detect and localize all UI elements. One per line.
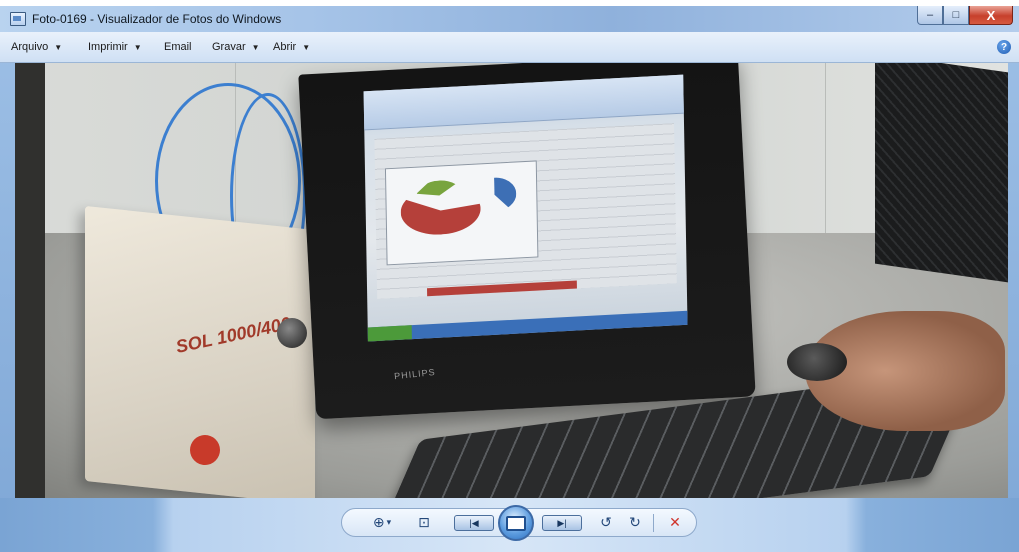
- rotate-left-button[interactable]: ↺: [595, 512, 617, 532]
- chevron-down-icon: ▼: [251, 42, 260, 52]
- slideshow-icon: [506, 515, 526, 531]
- chevron-down-icon: ▼: [302, 42, 311, 52]
- menu-gravar[interactable]: Gravar ▼: [212, 41, 260, 53]
- screen-bar: [427, 280, 577, 297]
- screen-ribbon: [363, 74, 684, 131]
- rotate-right-icon: ↻: [629, 513, 641, 530]
- rotate-right-button[interactable]: ↻: [624, 512, 646, 532]
- slideshow-button[interactable]: [498, 505, 534, 541]
- chevron-down-icon: ▼: [133, 42, 142, 52]
- menu-bar: Arquivo ▼ Imprimir ▼ Email Gravar ▼ Abri…: [0, 32, 1019, 63]
- title-bar[interactable]: Foto-0169 - Visualizador de Fotos do Win…: [0, 6, 1019, 32]
- delete-button[interactable]: ✕: [664, 512, 686, 532]
- stabilizer-knob: [277, 318, 307, 348]
- monitor-screen: [363, 74, 688, 342]
- fit-button[interactable]: ⊡: [414, 512, 434, 532]
- previous-icon: |◀: [469, 517, 479, 528]
- window-controls: – □ X: [917, 6, 1013, 26]
- delete-icon: ✕: [669, 513, 681, 530]
- menu-email-label: Email: [164, 41, 192, 53]
- previous-button[interactable]: |◀: [454, 515, 494, 531]
- rotate-left-icon: ↺: [600, 513, 612, 530]
- next-icon: ▶|: [557, 517, 567, 528]
- control-separator: [653, 514, 654, 532]
- maximize-button[interactable]: □: [943, 6, 969, 25]
- screen-taskbar: [367, 310, 688, 342]
- close-button[interactable]: X: [969, 6, 1013, 25]
- monitor-brand: PHILIPS: [393, 366, 437, 382]
- menu-arquivo-label: Arquivo: [11, 41, 49, 53]
- zoom-icon: ⊕: [372, 513, 385, 530]
- playback-control-bar: ⊕ ▾ ⊡ |◀ ▶| ↺ ↻ ✕: [0, 498, 1019, 552]
- photo-viewer-window: Foto-0169 - Visualizador de Fotos do Win…: [0, 6, 1019, 552]
- window-icon[interactable]: [10, 12, 26, 26]
- photo-tile-line: [825, 63, 826, 243]
- photo-left-object: [15, 63, 45, 498]
- photo-mouse: [787, 343, 847, 381]
- next-button[interactable]: ▶|: [542, 515, 582, 531]
- menu-imprimir[interactable]: Imprimir ▼: [88, 41, 142, 53]
- menu-arquivo[interactable]: Arquivo ▼: [11, 41, 62, 53]
- menu-abrir[interactable]: Abrir ▼: [273, 41, 310, 53]
- photo-monitor: PHILIPS: [298, 63, 756, 420]
- screen-pie-chart: [384, 160, 539, 266]
- zoom-button[interactable]: ⊕ ▾: [366, 512, 398, 532]
- menu-abrir-label: Abrir: [273, 41, 297, 53]
- photo-speaker: [875, 63, 1008, 283]
- window-title: Foto-0169 - Visualizador de Fotos do Win…: [32, 12, 282, 26]
- chevron-down-icon: ▼: [54, 42, 63, 52]
- minimize-button[interactable]: –: [917, 6, 943, 25]
- screen-start-button: [367, 325, 412, 342]
- menu-imprimir-label: Imprimir: [88, 41, 128, 53]
- fit-icon: ⊡: [418, 513, 430, 530]
- menu-email[interactable]: Email: [164, 41, 192, 53]
- help-icon[interactable]: ?: [997, 40, 1011, 54]
- screen-spreadsheet: [374, 123, 677, 299]
- photo-display[interactable]: SOL 1000/400 PHILIPS: [15, 63, 1008, 498]
- chevron-down-icon: ▾: [386, 516, 392, 527]
- menu-gravar-label: Gravar: [212, 41, 246, 53]
